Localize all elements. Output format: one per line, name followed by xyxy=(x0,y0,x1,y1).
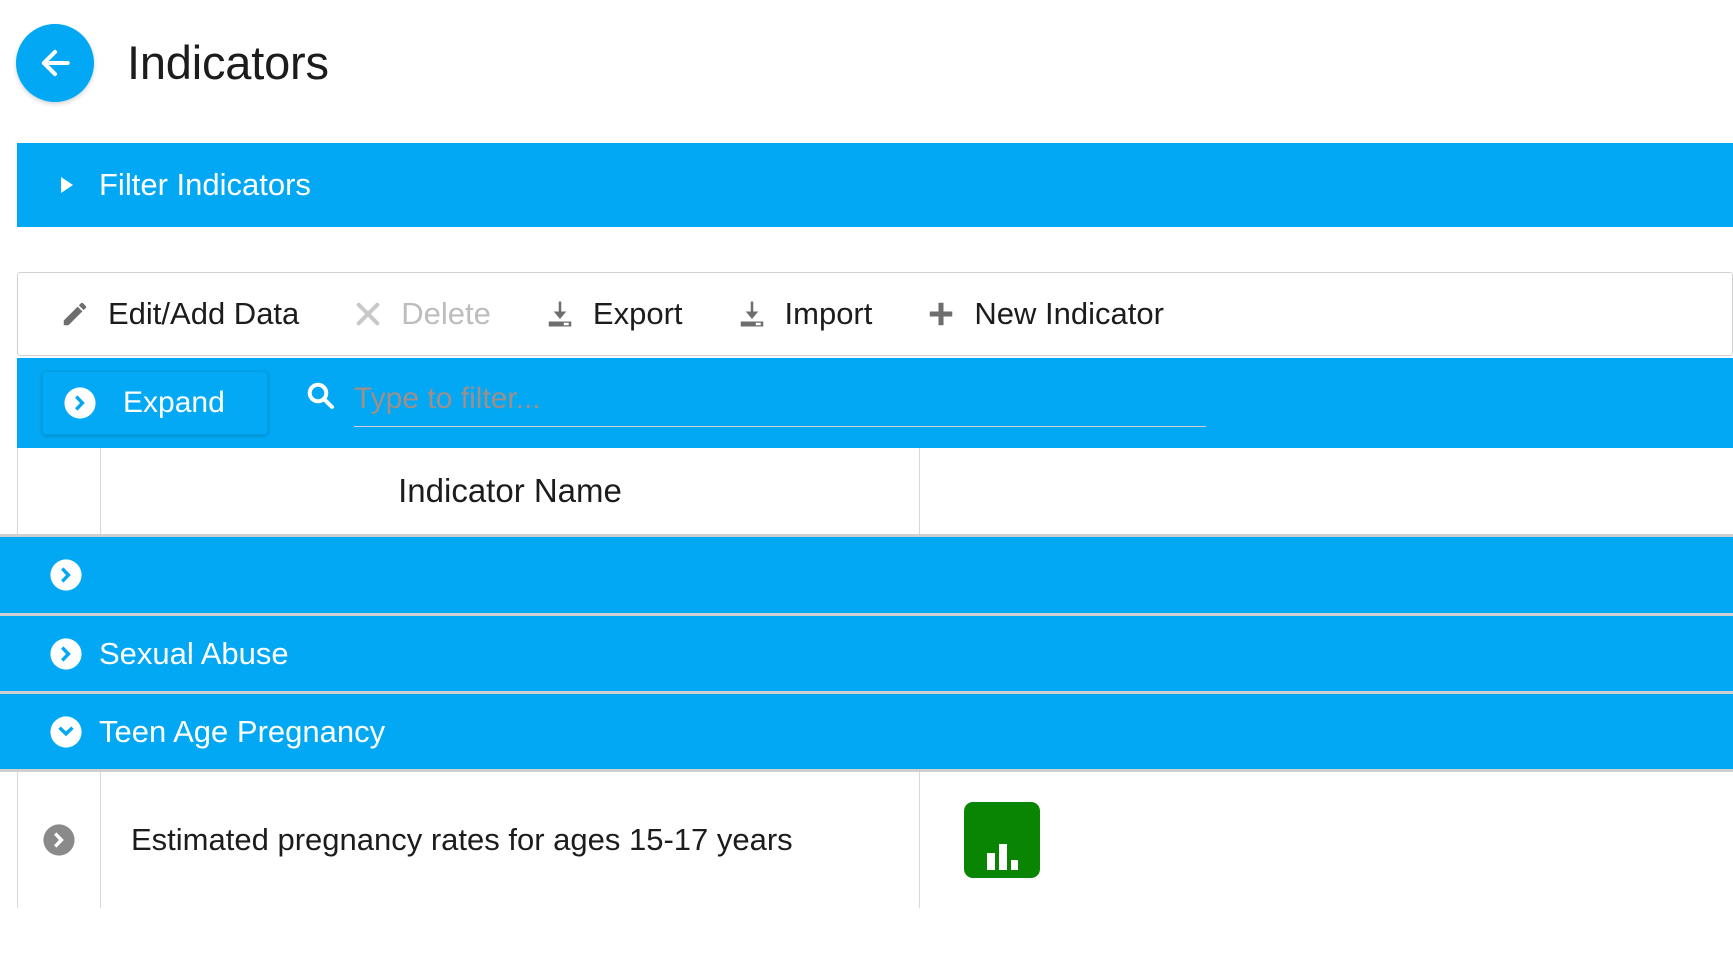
delete-label: Delete xyxy=(401,296,491,331)
chevron-circle-right-icon[interactable] xyxy=(49,558,83,592)
header-cell-spacer xyxy=(0,448,17,534)
new-indicator-label: New Indicator xyxy=(974,296,1164,331)
table-row[interactable]: Estimated pregnancy rates for ages 15-17… xyxy=(0,772,1733,908)
filter-indicators-panel-header[interactable]: Filter Indicators xyxy=(17,143,1733,227)
download-icon xyxy=(543,297,577,331)
chevron-circle-down-icon[interactable] xyxy=(49,715,83,749)
page-header: Indicators xyxy=(0,0,1733,125)
edit-add-data-button[interactable]: Edit/Add Data xyxy=(58,296,299,332)
import-button[interactable]: Import xyxy=(735,296,873,332)
times-icon xyxy=(351,297,385,331)
table-group-row[interactable]: Sexual Abuse xyxy=(0,616,1733,694)
row-cell-toggle[interactable] xyxy=(17,772,101,908)
search-input[interactable] xyxy=(354,379,1206,427)
row-cell-actions xyxy=(919,772,1733,908)
edit-add-data-label: Edit/Add Data xyxy=(108,296,300,331)
chevron-circle-right-icon xyxy=(63,386,97,420)
indicators-table: Indicator Name Sexual Abuse Teen Age Pre… xyxy=(0,448,1733,908)
chevron-circle-right-icon[interactable] xyxy=(42,823,76,857)
arrow-left-icon xyxy=(36,44,74,82)
filter-search xyxy=(304,379,1206,427)
group-label: Sexual Abuse xyxy=(99,635,289,671)
expand-all-label: Expand xyxy=(123,386,225,419)
pencil-icon xyxy=(58,297,92,331)
action-toolbar: Edit/Add Data Delete Export Import New I… xyxy=(17,272,1733,356)
delete-button[interactable]: Delete xyxy=(351,296,491,332)
header-cell-indicator-name: Indicator Name xyxy=(101,448,919,534)
tree-controls-bar: Expand xyxy=(17,358,1733,448)
header-cell-toggle xyxy=(17,448,101,534)
header-cell-actions xyxy=(919,448,1733,534)
expand-all-button[interactable]: Expand xyxy=(42,371,268,435)
row-cell-indicator-name: Estimated pregnancy rates for ages 15-17… xyxy=(101,772,919,908)
upload-icon xyxy=(735,297,769,331)
indicator-name-header-label: Indicator Name xyxy=(398,472,622,509)
new-indicator-button[interactable]: New Indicator xyxy=(924,296,1164,332)
group-label: Teen Age Pregnancy xyxy=(99,713,386,749)
table-group-row[interactable]: Teen Age Pregnancy xyxy=(0,694,1733,772)
page-title: Indicators xyxy=(127,36,329,89)
bar-chart-icon[interactable] xyxy=(964,802,1040,878)
table-header-row: Indicator Name xyxy=(0,448,1733,537)
table-group-row[interactable] xyxy=(0,537,1733,616)
caret-right-icon xyxy=(61,177,73,193)
export-label: Export xyxy=(592,296,683,331)
import-label: Import xyxy=(784,296,873,331)
indicators-page: Indicators Filter Indicators Edit/Add Da… xyxy=(0,0,1733,955)
filter-indicators-label: Filter Indicators xyxy=(99,167,311,202)
plus-icon xyxy=(924,297,958,331)
indicator-name-text: Estimated pregnancy rates for ages 15-17… xyxy=(131,822,793,857)
export-button[interactable]: Export xyxy=(543,296,683,332)
back-button[interactable] xyxy=(16,23,94,102)
chevron-circle-right-icon[interactable] xyxy=(49,637,83,671)
search-icon xyxy=(304,379,338,419)
row-cell-spacer xyxy=(0,772,17,908)
